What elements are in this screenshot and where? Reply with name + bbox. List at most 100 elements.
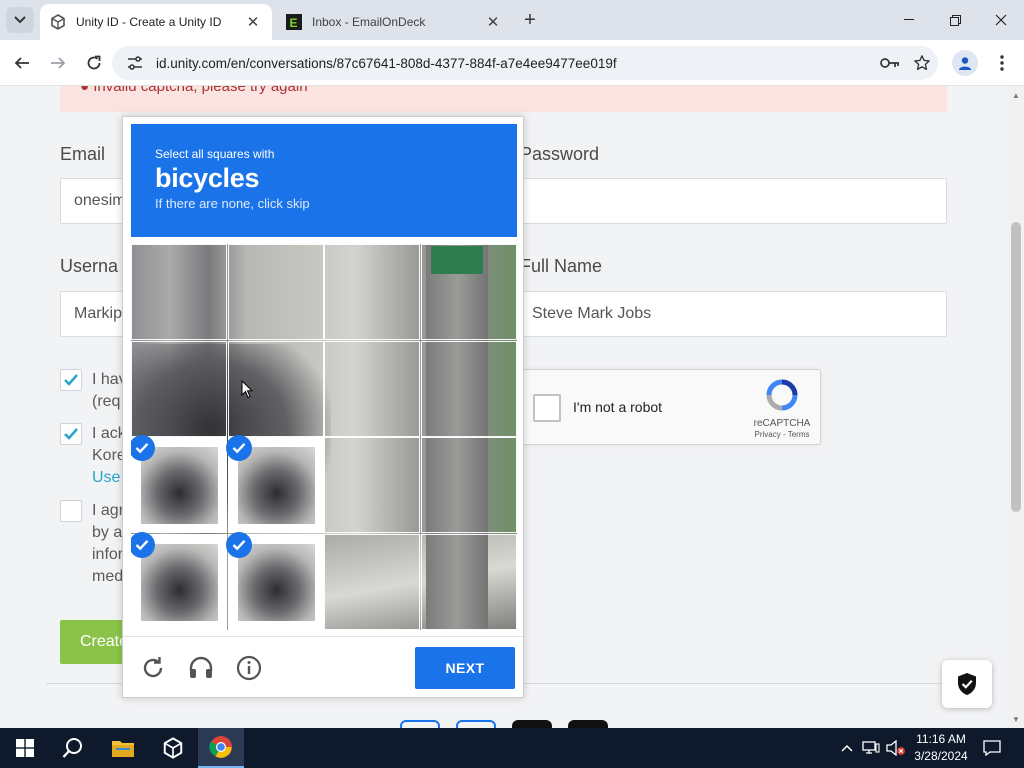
challenge-header: Select all squares with bicycles If ther… bbox=[131, 124, 517, 237]
recaptcha-brand: reCAPTCHA bbox=[753, 418, 811, 429]
challenge-image-grid bbox=[131, 244, 517, 630]
challenge-footer: NEXT bbox=[123, 636, 523, 698]
info-icon[interactable] bbox=[234, 653, 264, 683]
tab-search-button[interactable] bbox=[6, 7, 34, 33]
social-login-icon[interactable] bbox=[568, 720, 608, 728]
captcha-tile[interactable] bbox=[324, 340, 420, 437]
unity-icon bbox=[50, 14, 66, 30]
clock-time: 11:16 AM bbox=[916, 732, 966, 746]
notifications-icon[interactable] bbox=[978, 728, 1006, 768]
unity-hub-icon[interactable] bbox=[150, 728, 196, 768]
checkmark-icon bbox=[64, 428, 78, 440]
reload-button[interactable] bbox=[80, 49, 108, 77]
close-tab-icon[interactable]: ✕ bbox=[484, 13, 502, 31]
captcha-tile[interactable] bbox=[420, 437, 517, 533]
tab-strip: Unity ID - Create a Unity ID ✕ E Inbox -… bbox=[0, 0, 1024, 40]
audio-icon[interactable] bbox=[186, 653, 216, 683]
back-button[interactable] bbox=[8, 49, 36, 77]
minimize-button[interactable] bbox=[886, 0, 932, 40]
url-text[interactable]: id.unity.com/en/conversations/87c67641-8… bbox=[156, 56, 874, 71]
terms-checkbox[interactable] bbox=[60, 369, 82, 391]
email-label: Email bbox=[60, 144, 106, 164]
search-icon[interactable] bbox=[50, 728, 96, 768]
password-key-icon[interactable] bbox=[874, 57, 906, 69]
privacy-text: I ack Kore Use bbox=[92, 425, 126, 486]
new-tab-button[interactable]: + bbox=[518, 8, 542, 32]
captcha-tile[interactable] bbox=[227, 244, 324, 340]
svg-text:E: E bbox=[290, 16, 298, 30]
recaptcha-label: I'm not a robot bbox=[573, 399, 663, 415]
scroll-up-icon[interactable]: ▲ bbox=[1008, 88, 1024, 102]
address-bar[interactable]: id.unity.com/en/conversations/87c67641-8… bbox=[112, 46, 938, 80]
profile-avatar-icon[interactable] bbox=[952, 50, 978, 76]
error-message: ● Invalid captcha, please try again bbox=[80, 86, 308, 95]
tab-title: Inbox - EmailOnDeck bbox=[312, 15, 426, 29]
show-hidden-icons-icon[interactable] bbox=[838, 728, 856, 768]
privacy-link[interactable]: Privacy bbox=[755, 430, 781, 439]
captcha-tile[interactable] bbox=[324, 437, 420, 533]
captcha-tile[interactable] bbox=[131, 340, 227, 437]
restore-button[interactable] bbox=[932, 0, 978, 40]
privacy-checkbox[interactable] bbox=[60, 423, 82, 445]
checkmark-icon bbox=[64, 374, 78, 386]
password-field[interactable] bbox=[516, 178, 947, 224]
mouse-cursor-icon bbox=[241, 380, 253, 399]
security-shield-button[interactable] bbox=[942, 660, 992, 708]
tab-emailondeck[interactable]: E Inbox - EmailOnDeck ✕ bbox=[276, 4, 512, 40]
social-login-icon[interactable] bbox=[400, 720, 440, 728]
browser-toolbar: id.unity.com/en/conversations/87c67641-8… bbox=[0, 40, 1024, 86]
recaptcha-terms: Privacy - Terms bbox=[754, 430, 810, 439]
windows-taskbar: 11:16 AM 3/28/2024 bbox=[0, 728, 1024, 768]
social-login-icon[interactable] bbox=[512, 720, 552, 728]
close-window-button[interactable] bbox=[978, 0, 1024, 40]
password-label: Password bbox=[520, 144, 600, 164]
challenge-target: bicycles bbox=[155, 163, 260, 193]
emailondeck-icon: E bbox=[286, 14, 302, 30]
back-arrow-icon bbox=[14, 57, 29, 69]
terms-link[interactable]: Terms bbox=[788, 430, 810, 439]
recaptcha-widget: I'm not a robot reCAPTCHA Privacy - Term… bbox=[516, 369, 821, 445]
captcha-tile[interactable] bbox=[420, 244, 517, 340]
tile-selected-check-icon bbox=[131, 531, 155, 558]
captcha-tile[interactable] bbox=[131, 531, 227, 630]
tile-selected-check-icon bbox=[225, 531, 252, 558]
marketing-text: I agr by a infor med bbox=[92, 502, 125, 585]
forward-button[interactable] bbox=[44, 49, 72, 77]
recaptcha-checkbox[interactable] bbox=[533, 394, 561, 422]
volume-muted-icon[interactable] bbox=[884, 728, 908, 768]
captcha-tile[interactable] bbox=[324, 244, 420, 340]
bookmark-star-icon[interactable] bbox=[906, 54, 938, 72]
scroll-thumb[interactable] bbox=[1011, 222, 1021, 512]
fullname-field[interactable]: Steve Mark Jobs bbox=[518, 291, 947, 337]
social-login-icon[interactable] bbox=[456, 720, 496, 728]
marketing-checkbox[interactable] bbox=[60, 500, 82, 522]
close-tab-icon[interactable]: ✕ bbox=[244, 13, 262, 31]
recaptcha-logo-icon bbox=[766, 379, 798, 411]
username-label: Userna bbox=[60, 256, 119, 276]
captcha-tile[interactable] bbox=[324, 533, 420, 630]
captcha-tile[interactable] bbox=[225, 435, 324, 533]
chevron-down-icon bbox=[14, 16, 26, 24]
windows-start-icon[interactable] bbox=[2, 728, 48, 768]
scroll-down-icon[interactable]: ▼ bbox=[1008, 712, 1024, 726]
captcha-tile[interactable] bbox=[420, 340, 517, 437]
next-button[interactable]: NEXT bbox=[415, 647, 515, 689]
captcha-tile[interactable] bbox=[131, 435, 227, 533]
file-explorer-icon[interactable] bbox=[100, 728, 146, 768]
challenge-hint: If there are none, click skip bbox=[155, 196, 310, 211]
clock-date: 3/28/2024 bbox=[914, 749, 968, 763]
chrome-icon[interactable] bbox=[198, 728, 244, 768]
captcha-tile[interactable] bbox=[420, 533, 517, 630]
tab-title: Unity ID - Create a Unity ID bbox=[76, 15, 222, 29]
system-clock[interactable]: 11:16 AM 3/28/2024 bbox=[912, 731, 970, 765]
captcha-challenge-dialog: Select all squares with bicycles If ther… bbox=[122, 116, 524, 698]
shield-check-icon bbox=[958, 673, 976, 695]
captcha-tile[interactable] bbox=[131, 244, 227, 340]
captcha-tile[interactable] bbox=[225, 531, 324, 630]
forward-arrow-icon bbox=[51, 57, 66, 69]
tab-unity-id[interactable]: Unity ID - Create a Unity ID ✕ bbox=[40, 4, 272, 40]
reload-icon[interactable] bbox=[138, 653, 168, 683]
site-settings-icon[interactable] bbox=[122, 56, 148, 70]
network-icon[interactable] bbox=[860, 728, 882, 768]
kebab-menu-icon[interactable] bbox=[990, 50, 1014, 76]
